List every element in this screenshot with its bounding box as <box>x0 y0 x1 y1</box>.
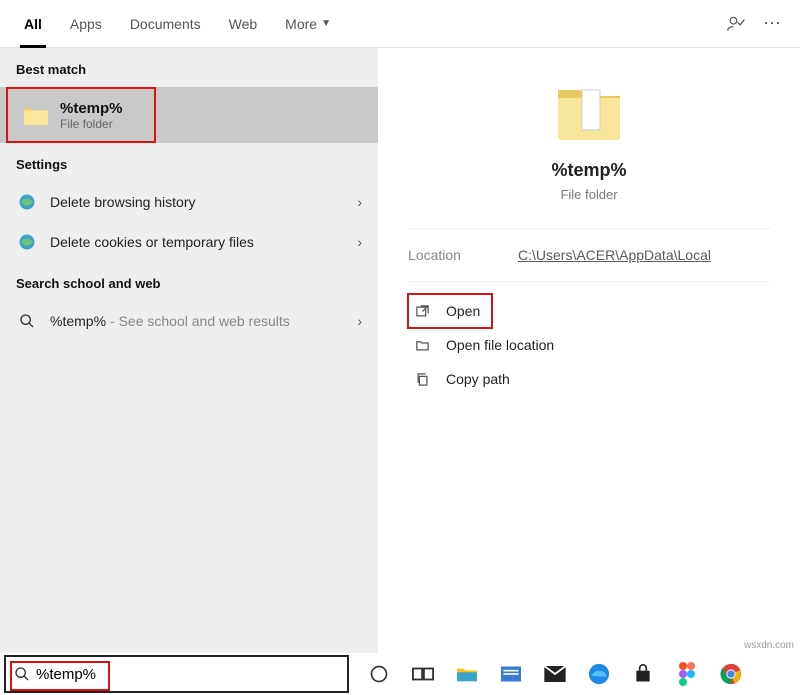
globe-icon <box>16 231 38 253</box>
globe-icon <box>16 191 38 213</box>
setting-label: Delete browsing history <box>50 194 196 210</box>
search-input[interactable] <box>36 666 339 683</box>
setting-delete-cookies[interactable]: Delete cookies or temporary files › <box>0 222 378 262</box>
location-link[interactable]: C:\Users\ACER\AppData\Local <box>518 247 711 263</box>
results-panel: Best match %temp% File folder Settings <box>0 48 378 653</box>
tab-label: Web <box>229 16 258 32</box>
cortana-icon[interactable] <box>366 661 392 687</box>
open-icon <box>412 304 432 319</box>
detail-panel: %temp% File folder Location C:\Users\ACE… <box>378 48 800 653</box>
task-view-icon[interactable] <box>410 661 436 687</box>
taskbar <box>354 653 800 695</box>
result-best-match[interactable]: %temp% File folder <box>6 87 156 143</box>
location-label: Location <box>408 247 518 263</box>
action-copy-path[interactable]: Copy path <box>408 362 770 396</box>
tab-apps[interactable]: Apps <box>56 0 116 48</box>
search-box[interactable] <box>4 655 349 693</box>
chevron-right-icon: › <box>357 194 362 210</box>
tab-all[interactable]: All <box>10 0 56 48</box>
action-open[interactable]: Open <box>408 294 492 328</box>
action-label: Open <box>446 303 480 319</box>
watermark: wsxdn.com <box>744 640 794 651</box>
chevron-right-icon: › <box>357 234 362 250</box>
tab-documents[interactable]: Documents <box>116 0 215 48</box>
file-explorer-icon[interactable] <box>454 661 480 687</box>
detail-title: %temp% <box>551 160 626 181</box>
search-icon <box>14 666 30 682</box>
action-label: Open file location <box>446 337 554 353</box>
tab-label: All <box>24 16 42 32</box>
result-title: %temp% <box>60 100 123 117</box>
search-icon <box>16 310 38 332</box>
store-icon[interactable] <box>630 661 656 687</box>
search-web-title: %temp% <box>50 313 106 329</box>
app-generic-icon[interactable] <box>498 661 524 687</box>
setting-delete-history[interactable]: Delete browsing history › <box>0 182 378 222</box>
result-subtitle: File folder <box>60 117 123 131</box>
section-school-web: Search school and web <box>0 262 378 301</box>
figma-icon[interactable] <box>674 661 700 687</box>
chevron-right-icon: › <box>357 313 362 329</box>
tab-label: Apps <box>70 16 102 32</box>
tab-web[interactable]: Web <box>215 0 272 48</box>
folder-location-icon <box>412 338 432 353</box>
search-web-row[interactable]: %temp% - See school and web results › <box>0 301 378 341</box>
search-web-suffix: - See school and web results <box>110 313 290 329</box>
tabs-bar: All Apps Documents Web More ▼ ⋯ <box>0 0 800 48</box>
tab-label: More <box>285 16 317 32</box>
action-open-location[interactable]: Open file location <box>408 328 770 362</box>
feedback-icon[interactable] <box>718 6 754 42</box>
setting-label: Delete cookies or temporary files <box>50 234 254 250</box>
section-best-match: Best match <box>0 48 378 87</box>
chrome-icon[interactable] <box>718 661 744 687</box>
location-row: Location C:\Users\ACER\AppData\Local <box>408 228 770 281</box>
chevron-down-icon: ▼ <box>321 18 331 29</box>
folder-large-icon <box>554 80 624 142</box>
tab-more[interactable]: More ▼ <box>271 0 345 48</box>
copy-icon <box>412 372 432 387</box>
tab-label: Documents <box>130 16 201 32</box>
edge-icon[interactable] <box>586 661 612 687</box>
mail-icon[interactable] <box>542 661 568 687</box>
action-label: Copy path <box>446 371 510 387</box>
detail-subtitle: File folder <box>560 187 617 202</box>
actions-list: Open Open file location Copy path <box>408 281 770 396</box>
section-settings: Settings <box>0 143 378 182</box>
more-options-icon[interactable]: ⋯ <box>754 6 790 42</box>
folder-icon <box>22 101 50 129</box>
